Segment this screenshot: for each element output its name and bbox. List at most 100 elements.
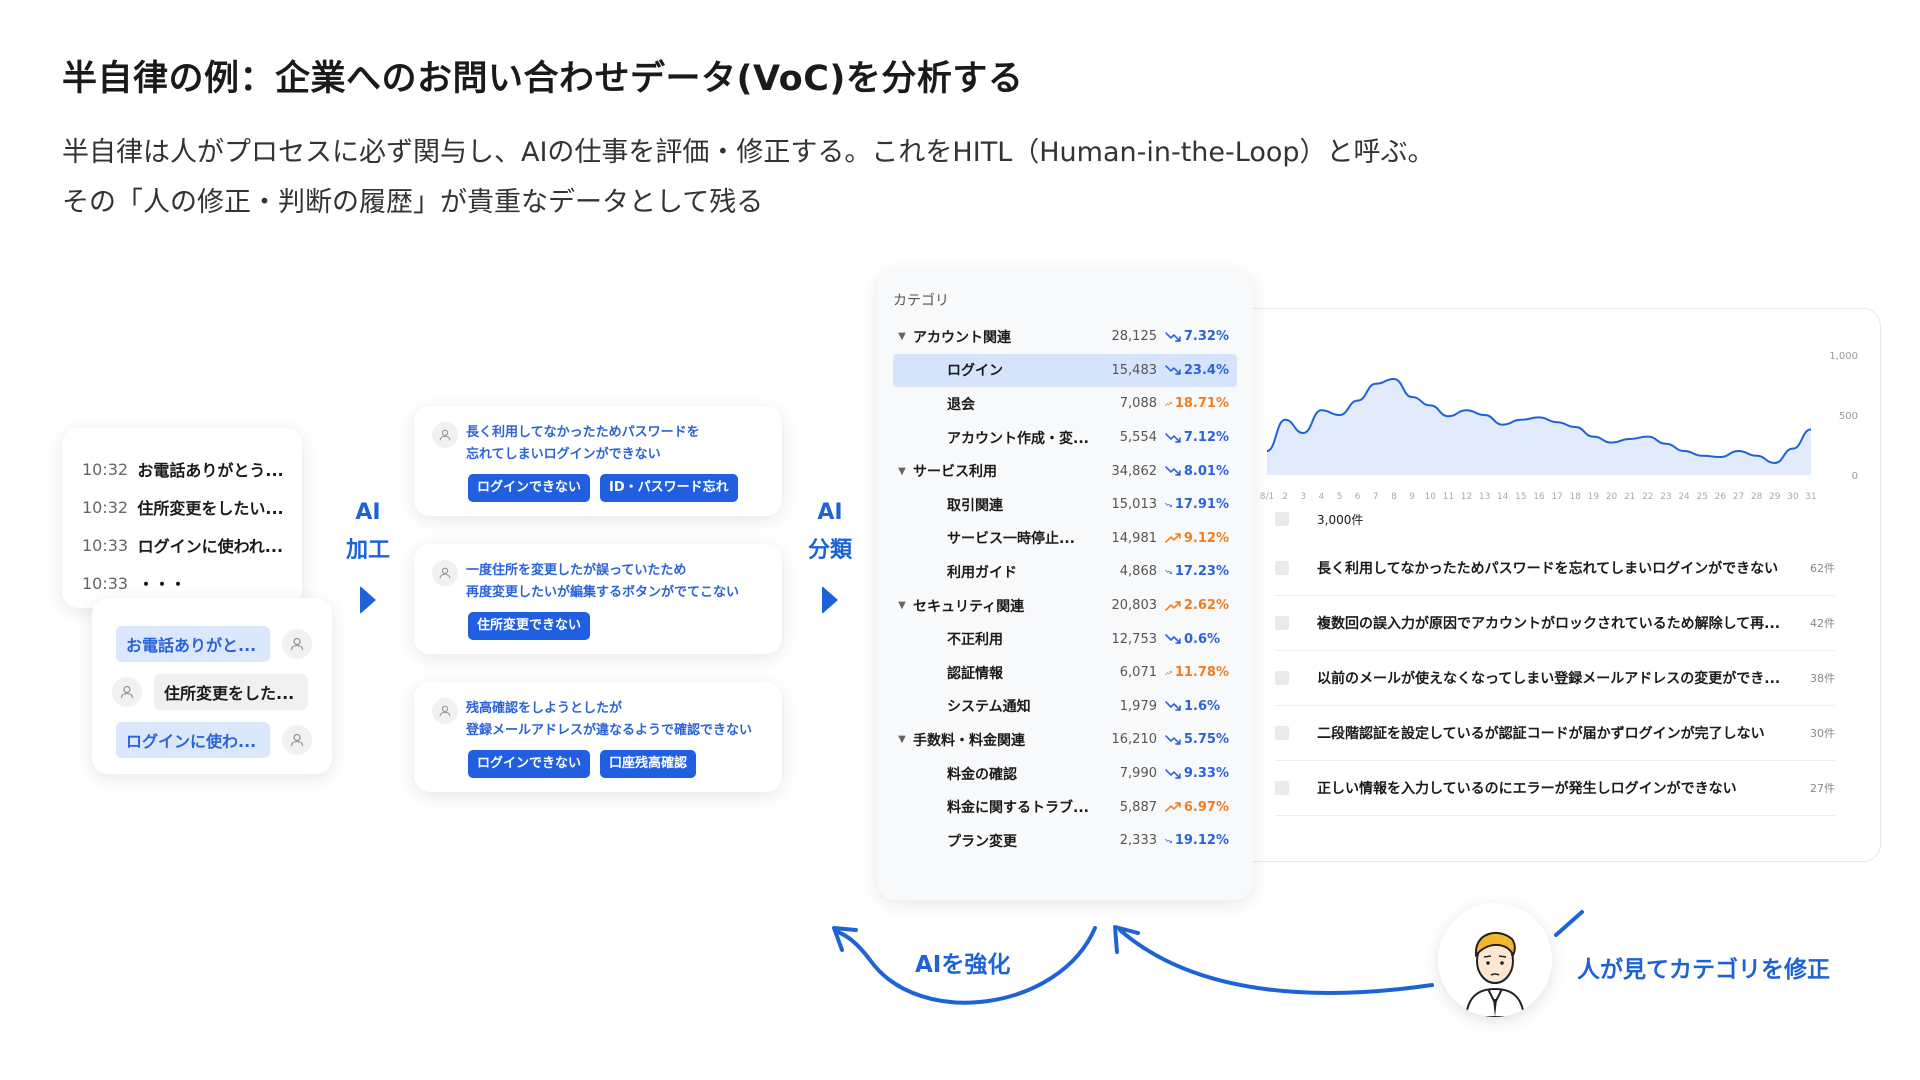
caret-down-icon[interactable]: ▼ bbox=[893, 466, 911, 477]
category-count: 7,990 bbox=[1119, 766, 1157, 782]
category-name: 料金に関するトラブ... bbox=[947, 800, 1089, 817]
category-count: 15,013 bbox=[1111, 497, 1158, 513]
category-row[interactable]: 退会 7,088 18.71% bbox=[893, 387, 1237, 421]
flow-arrow-icon bbox=[822, 586, 838, 614]
checkbox[interactable] bbox=[1275, 726, 1289, 740]
list-item-count: 38件 bbox=[1810, 672, 1835, 685]
bubble-row: 住所変更をした... bbox=[112, 668, 312, 716]
checkbox[interactable] bbox=[1275, 671, 1289, 685]
category-pct: 11.78% bbox=[1174, 665, 1229, 681]
category-trend: 7.12% bbox=[1157, 430, 1229, 445]
inquiry-text: 残高確認をしようとしたが 登録メールアドレスが違なるようで確認できない bbox=[466, 698, 752, 742]
inquiry-text-line: 登録メールアドレスが違なるようで確認できない bbox=[466, 723, 753, 738]
category-row[interactable]: ▼ アカウント関連 28,125 7.32% bbox=[893, 320, 1237, 354]
trend-up-icon bbox=[1165, 670, 1172, 675]
category-header: カテゴリ bbox=[893, 293, 949, 309]
category-pct: 0.6% bbox=[1184, 631, 1221, 647]
transcript-time: 10:32 bbox=[82, 459, 129, 479]
transcript-text: ログインに使われ... bbox=[137, 537, 282, 556]
transcript-time: 10:33 bbox=[82, 535, 129, 555]
category-pct: 9.33% bbox=[1183, 766, 1229, 782]
category-row[interactable]: ▼ サービス利用 34,862 8.01% bbox=[893, 454, 1237, 488]
list-item-text: 複数回の誤入力が原因でアカウントがロックされているため解除して再... bbox=[1317, 616, 1781, 632]
category-tag[interactable]: ID・パスワード忘れ bbox=[600, 474, 738, 502]
strengthen-arrowhead-icon bbox=[832, 926, 858, 952]
human-fix-label: 人が見てカテゴリを修正 bbox=[1577, 957, 1830, 983]
category-row[interactable]: プラン変更 2,333 19.12% bbox=[893, 824, 1237, 858]
category-row[interactable]: 不正利用 12,753 0.6% bbox=[893, 622, 1237, 656]
caret-down-icon[interactable]: ▼ bbox=[893, 331, 911, 342]
category-name: サービス利用 bbox=[913, 464, 997, 481]
x-tick-label: 8/1 bbox=[1260, 492, 1274, 502]
category-trend: 17.23% bbox=[1157, 564, 1229, 579]
category-count: 1,979 bbox=[1119, 698, 1157, 714]
category-tag[interactable]: 口座残高確認 bbox=[600, 750, 697, 778]
category-pct: 1.6% bbox=[1184, 698, 1221, 714]
trend-down-icon bbox=[1165, 735, 1181, 745]
category-row[interactable]: 利用ガイド 4,868 17.23% bbox=[893, 555, 1237, 589]
category-name: 料金の確認 bbox=[947, 766, 1017, 783]
analysis-panel: 1,000 500 0 8/1 2 3 4 5 6 7 8 9 10 11 12 13 14 15 16 17 18 19… bbox=[1253, 308, 1881, 862]
category-row[interactable]: 認証情報 6,071 11.78% bbox=[893, 656, 1237, 690]
trend-up-icon bbox=[1165, 802, 1181, 812]
category-tag[interactable]: ログインできない bbox=[468, 750, 591, 778]
category-name: アカウント作成・変... bbox=[947, 430, 1089, 447]
caret-down-icon[interactable]: ▼ bbox=[893, 600, 911, 611]
category-tag[interactable]: 住所変更できない bbox=[468, 612, 591, 640]
category-pct: 17.91% bbox=[1174, 497, 1229, 513]
flow-arrow-icon bbox=[360, 586, 376, 614]
transcript-row: 10:33 ログインに使われ... bbox=[82, 526, 282, 564]
category-row[interactable]: サービス一時停止... 14,981 9.12% bbox=[893, 522, 1237, 556]
category-trend: 6.97% bbox=[1157, 800, 1229, 815]
category-name: セキュリティ関連 bbox=[913, 598, 1025, 615]
transcript-row: 10:33 ・・・ bbox=[82, 564, 282, 602]
inquiry-text-line: 再度変更したいが編集するボタンがでてこない bbox=[466, 585, 740, 600]
category-row[interactable]: 料金の確認 7,990 9.33% bbox=[893, 757, 1237, 791]
category-pct: 8.01% bbox=[1183, 463, 1229, 479]
category-pct: 7.32% bbox=[1183, 329, 1229, 345]
checkbox[interactable] bbox=[1275, 781, 1289, 795]
ai-process-line1: AI bbox=[355, 500, 381, 525]
fix-arrow-tail bbox=[1554, 910, 1584, 937]
ai-classify-line2: 分類 bbox=[807, 538, 852, 563]
list-item-text: 二段階認証を設定しているが認証コードが届かずログインが完了しない bbox=[1317, 726, 1765, 742]
category-count: 6,071 bbox=[1119, 665, 1157, 681]
list-item-count: 62件 bbox=[1810, 562, 1835, 575]
inquiry-text: 一度住所を変更したが誤っていたため 再度変更したいが編集するボタンがでてこない bbox=[466, 560, 739, 604]
list-item[interactable]: 複数回の誤入力が原因でアカウントがロックされているため解除して再... 42件 bbox=[1275, 596, 1835, 651]
trend-down-icon bbox=[1165, 332, 1181, 342]
inquiry-text-line: 忘れてしまいログインができない bbox=[466, 447, 661, 462]
list-item[interactable]: 長く利用してなかったためパスワードを忘れてしまいログインができない 62件 bbox=[1275, 541, 1835, 596]
checkbox[interactable] bbox=[1275, 512, 1289, 526]
category-trend: 9.12% bbox=[1157, 531, 1229, 546]
category-row[interactable]: ログイン 15,483 23.4% bbox=[893, 353, 1237, 388]
category-tag[interactable]: ログインできない bbox=[468, 474, 591, 502]
inquiry-text-line: 長く利用してなかったためパスワードを bbox=[466, 425, 700, 440]
category-trend: 19.12% bbox=[1157, 833, 1229, 848]
category-name: 利用ガイド bbox=[947, 564, 1017, 581]
user-icon bbox=[282, 725, 312, 755]
category-row[interactable]: ▼ セキュリティ関連 20,803 2.62% bbox=[893, 589, 1237, 623]
user-icon bbox=[112, 677, 142, 707]
trend-down-icon bbox=[1165, 701, 1181, 712]
caret-down-icon[interactable]: ▼ bbox=[893, 734, 911, 745]
transcript-row: 10:32 住所変更をしたい... bbox=[82, 488, 282, 526]
category-row[interactable]: アカウント作成・変... 5,554 7.12% bbox=[893, 421, 1237, 455]
category-row[interactable]: システム通知 1,979 1.6% bbox=[893, 690, 1237, 724]
category-count: 15,483 bbox=[1111, 362, 1158, 378]
user-icon bbox=[282, 629, 312, 659]
list-item[interactable]: 以前のメールが使えなくなってしまい登録メールアドレスの変更ができ... 38件 bbox=[1275, 651, 1835, 706]
category-row[interactable]: ▼ 手数料・料金関連 16,210 5.75% bbox=[893, 723, 1237, 757]
category-panel: カテゴリ ▼ アカウント関連 28,125 7.32% ログイン 15,483 23.4% 退… bbox=[877, 270, 1253, 900]
chart-area bbox=[1267, 379, 1811, 475]
list-item[interactable]: 正しい情報を入力しているのにエラーが発生しログインができない 27件 bbox=[1275, 761, 1835, 816]
strengthen-label: AIを強化 bbox=[915, 952, 1011, 978]
checkbox[interactable] bbox=[1275, 616, 1289, 630]
category-count: 20,803 bbox=[1111, 598, 1158, 614]
checkbox[interactable] bbox=[1275, 561, 1289, 575]
category-row[interactable]: 料金に関するトラブ... 5,887 6.97% bbox=[893, 790, 1237, 824]
category-count: 7,088 bbox=[1119, 396, 1157, 412]
category-count: 5,554 bbox=[1119, 430, 1157, 446]
list-item[interactable]: 二段階認証を設定しているが認証コードが届かずログインが完了しない 30件 bbox=[1275, 706, 1835, 761]
category-row[interactable]: 取引関連 15,013 17.91% bbox=[893, 488, 1237, 522]
